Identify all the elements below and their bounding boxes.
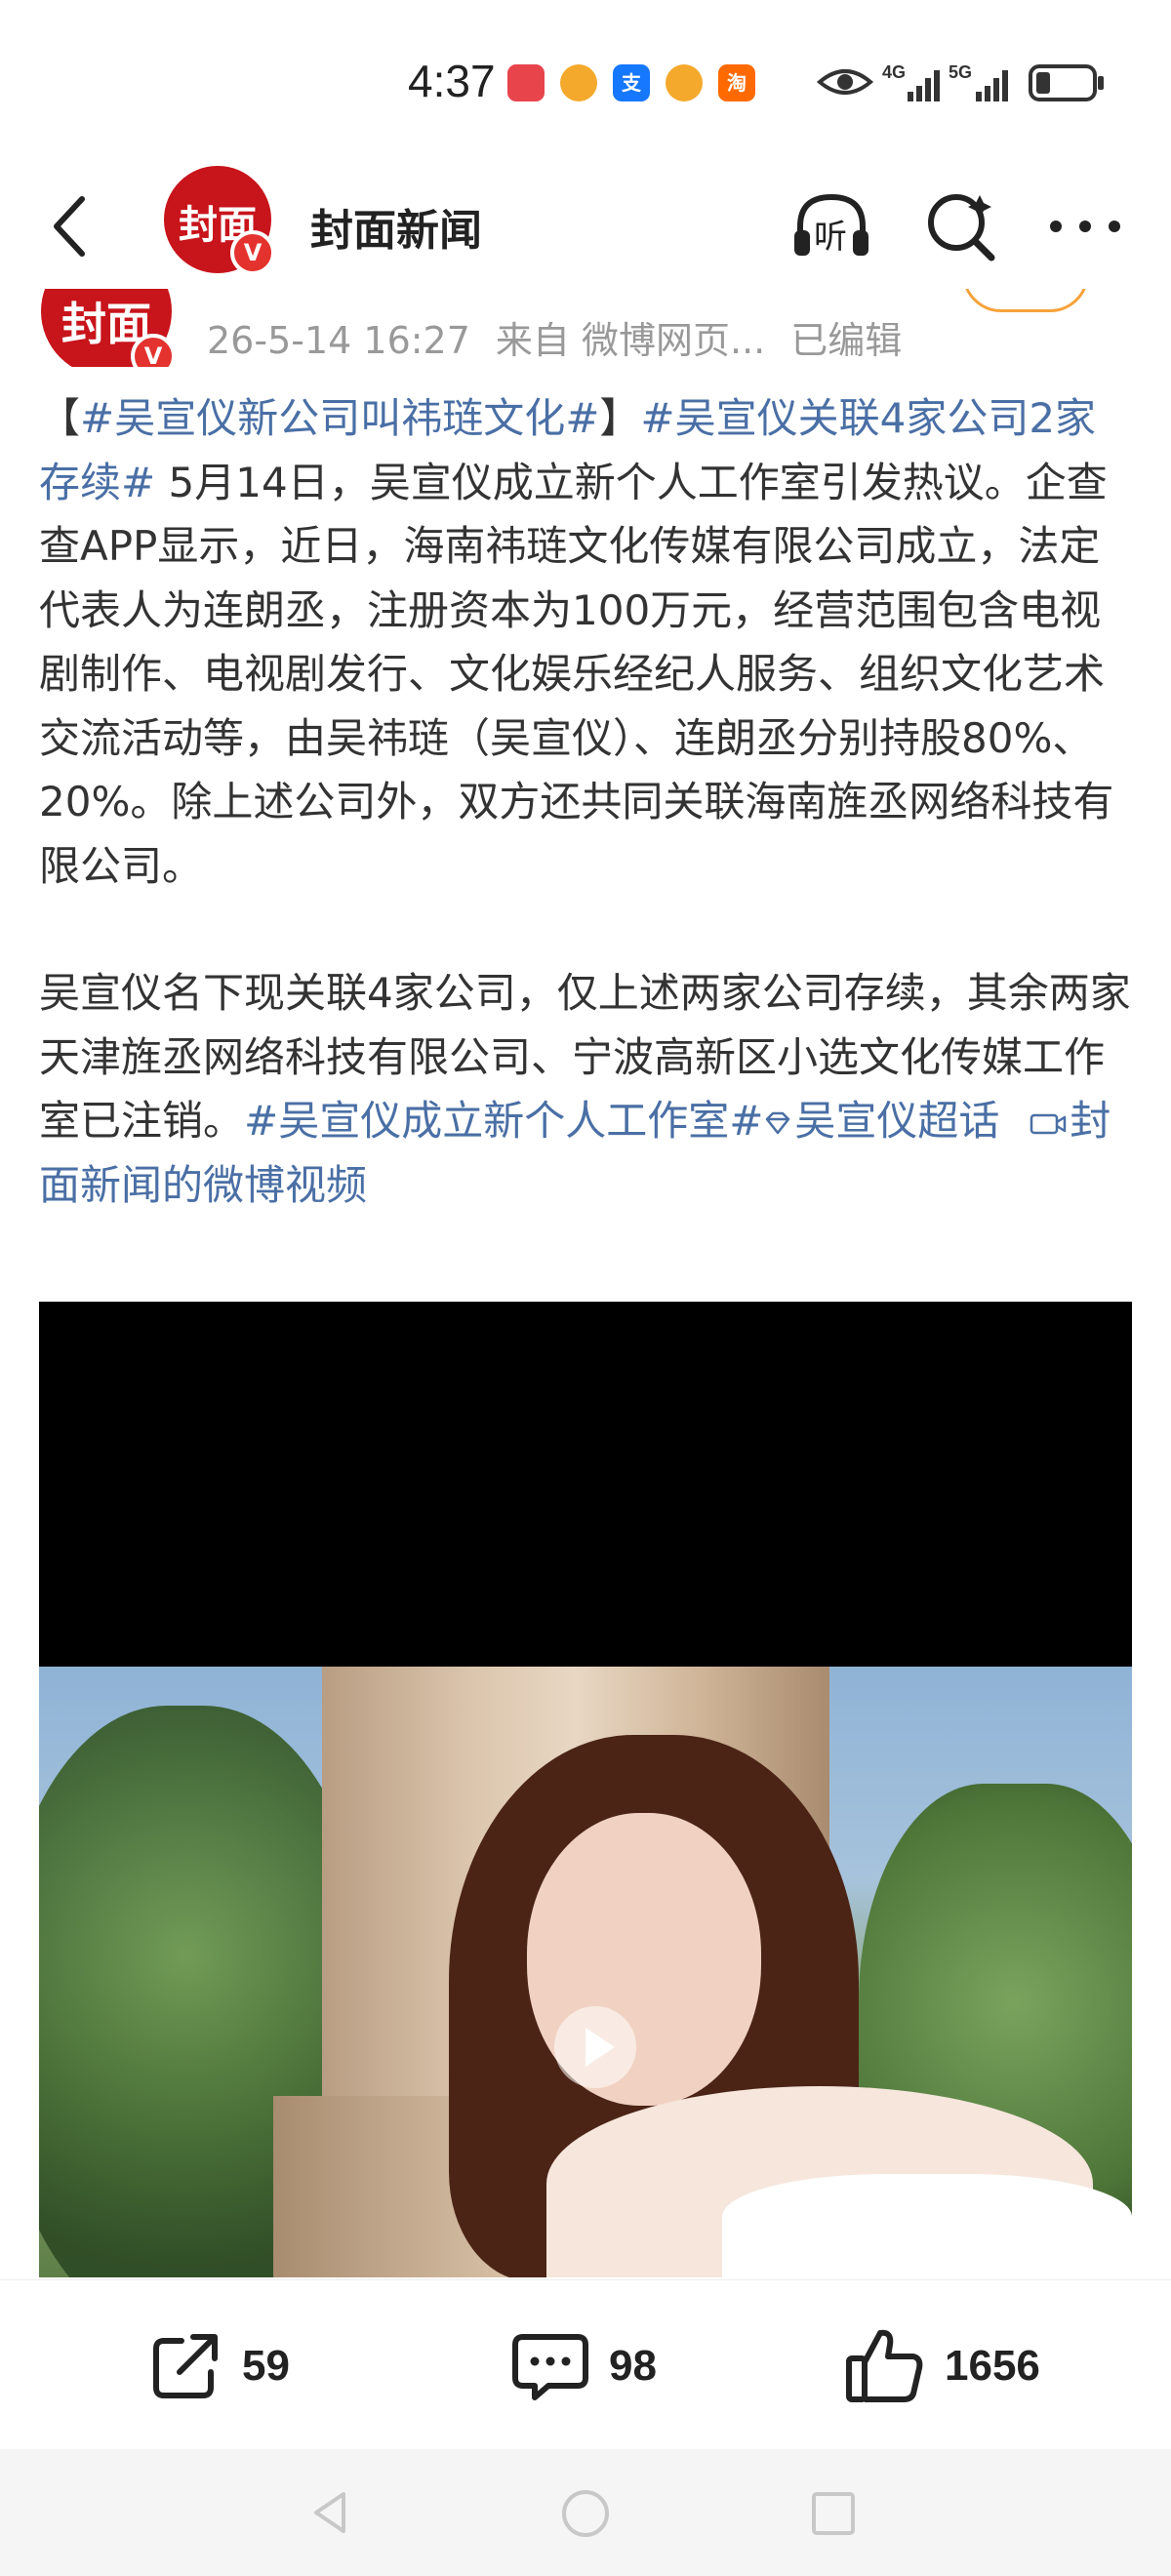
svg-text:5G: 5G [949, 62, 972, 82]
post-content: 【#吴宣仪新公司叫祎琏文化#】#吴宣仪关联4家公司2家存续# 5月14日，吴宣仪… [39, 386, 1136, 1217]
weibo-icon [666, 64, 703, 101]
nav-back-icon[interactable] [306, 2488, 355, 2537]
post-meta-row: 封面 V 26-5-14 16:27 来自 微博网页... 已编辑 [0, 289, 1171, 367]
diamond-icon [766, 1111, 790, 1135]
like-button[interactable]: 1656 [843, 2327, 1040, 2405]
play-button[interactable] [554, 2006, 636, 2088]
video-link-icon [1030, 1113, 1067, 1135]
nav-home-icon[interactable] [560, 2488, 611, 2539]
like-count: 1656 [945, 2342, 1040, 2390]
share-icon [153, 2334, 218, 2398]
comment-button[interactable]: 98 [509, 2327, 657, 2405]
post-author-avatar[interactable]: 封面 V [41, 289, 176, 367]
hashtag-link[interactable]: #吴宣仪新公司叫祎琏文化# [80, 394, 599, 442]
supertopic-link[interactable]: 吴宣仪超话 [763, 1097, 999, 1145]
search-icon[interactable] [913, 180, 1007, 273]
post-action-bar: 59 98 1656 [0, 2279, 1171, 2450]
video-player[interactable] [39, 1302, 1132, 2277]
thumbs-up-icon [846, 2329, 923, 2402]
nav-recents-icon[interactable] [810, 2490, 857, 2537]
share-button[interactable]: 59 [146, 2327, 290, 2405]
svg-text:听: 听 [814, 218, 847, 257]
system-nav-bar [0, 2449, 1171, 2576]
taobao-icon: 淘 [718, 64, 755, 101]
person-dress [722, 2174, 1132, 2277]
signal-4g-icon: 4G [882, 62, 940, 101]
top-nav-bar: 封面 V 封面新闻 听 [0, 166, 1171, 293]
battery-icon [1029, 64, 1104, 101]
weibo-icon [560, 64, 597, 101]
listen-icon[interactable]: 听 [785, 180, 878, 273]
supertopic-label: 吴宣仪超话 [794, 1097, 1000, 1145]
eye-icon [816, 69, 874, 95]
follow-button[interactable] [962, 289, 1089, 312]
account-avatar[interactable]: 封面 V [164, 166, 275, 275]
more-icon[interactable] [1038, 180, 1132, 273]
video-thumbnail [39, 1667, 1132, 2277]
comment-icon [512, 2334, 588, 2400]
svg-text:4G: 4G [882, 62, 906, 82]
verified-badge: V [230, 230, 275, 275]
post-edited-label: 已编辑 [790, 319, 903, 362]
account-name[interactable]: 封面新闻 [310, 195, 482, 258]
hashtag-link[interactable]: #吴宣仪成立新个人工作室# [244, 1097, 763, 1145]
post-source[interactable]: 来自 微博网页... [496, 319, 765, 362]
huawei-app-icon [507, 64, 545, 101]
status-time: 4:37 [408, 56, 496, 106]
post-paragraph: 【#吴宣仪新公司叫祎琏文化#】#吴宣仪关联4家公司2家存续# 5月14日，吴宣仪… [39, 386, 1136, 898]
bracket-close: 】 [599, 394, 641, 442]
status-bar: 4:37 支 淘 4G 5G [0, 0, 1171, 166]
alipay-icon: 支 [613, 64, 650, 101]
post-paragraph: 吴宣仪名下现关联4家公司，仅上述两家公司存续，其余两家天津旌丞网络科技有限公司、… [39, 961, 1136, 1217]
post-date: 26-5-14 16:27 [207, 319, 470, 362]
video-letterbox [39, 1302, 1132, 1667]
signal-5g-icon: 5G [949, 62, 1008, 101]
post-meta: 26-5-14 16:27 来自 微博网页... 已编辑 [207, 310, 927, 364]
play-icon [586, 2028, 615, 2067]
comment-count: 98 [609, 2342, 657, 2390]
share-count: 59 [242, 2342, 290, 2390]
back-arrow-icon[interactable] [35, 187, 113, 265]
bracket-open: 【 [39, 394, 81, 442]
post-text: 5月14日，吴宣仪成立新个人工作室引发热议。企查查APP显示，近日，海南祎琏文化… [39, 458, 1114, 890]
